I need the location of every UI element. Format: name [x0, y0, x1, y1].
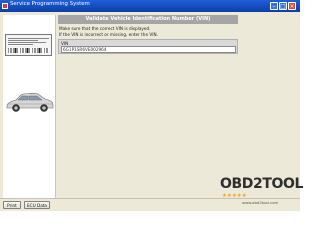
maximize-icon[interactable]: □	[279, 2, 287, 10]
car-image	[4, 86, 56, 116]
window-titlebar: Service Programming System – □ ×	[0, 0, 300, 12]
watermark-logo: OBD2TOOL ★★★★★ www.obd2tool.com	[220, 176, 303, 206]
close-icon[interactable]: ×	[288, 2, 296, 10]
page-title: Validate Vehicle Identification Number (…	[58, 15, 238, 24]
minimize-icon[interactable]: –	[270, 2, 278, 10]
print-button[interactable]: Print	[3, 201, 21, 209]
instructions-text: Make sure that the correct VIN is displa…	[59, 26, 158, 37]
app-icon	[2, 3, 8, 9]
ecu-data-button[interactable]: ECU Data	[24, 201, 50, 209]
watermark-brand: OBD2TOOL	[220, 176, 304, 192]
watermark-url: www.obd2tool.com	[242, 200, 279, 205]
vin-sticker-image	[5, 34, 52, 56]
vin-group: VIN 6G1P1SR6VE002964	[58, 39, 238, 54]
right-empty-area	[239, 15, 297, 165]
vin-input[interactable]: 6G1P1SR6VE002964	[61, 46, 236, 53]
window-title: Service Programming System	[10, 1, 90, 7]
rating-stars-icon: ★★★★★	[222, 193, 247, 199]
